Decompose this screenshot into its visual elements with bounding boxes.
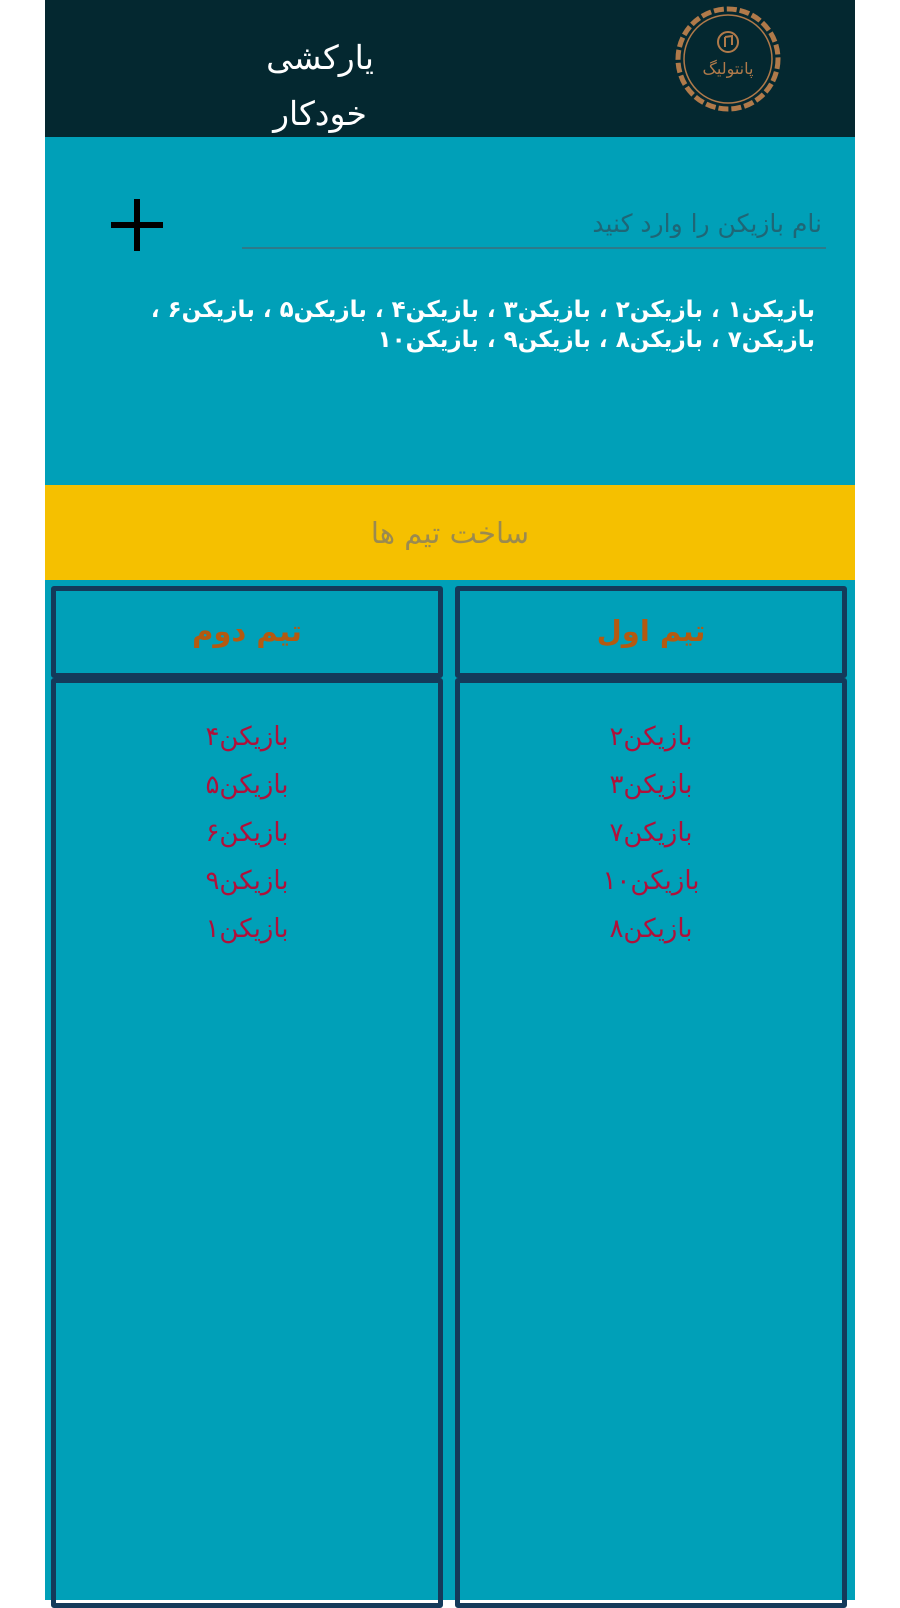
logo-text: پانتولیگ: [703, 59, 754, 79]
list-item: بازیکن۱: [205, 914, 289, 944]
team-panel-first: تیم اول بازیکن۲ بازیکن۳ بازیکن۷ بازیکن۱۰…: [455, 586, 847, 1608]
list-item: بازیکن۳: [609, 770, 693, 800]
app-title: یارکشی خودکار: [266, 38, 374, 133]
list-item: بازیکن۹: [205, 866, 289, 896]
team-title: تیم دوم: [51, 586, 443, 678]
team-member-list: بازیکن۲ بازیکن۳ بازیکن۷ بازیکن۱۰ بازیکن۸: [455, 678, 847, 1608]
list-item: بازیکن۶: [205, 818, 289, 848]
list-item: بازیکن۲: [609, 722, 693, 752]
player-name-input[interactable]: [242, 199, 826, 249]
app-header: یارکشی خودکار پانتولیگ: [45, 0, 855, 137]
add-player-button[interactable]: [109, 197, 165, 253]
team-member-list: بازیکن۴ بازیکن۵ بازیکن۶ بازیکن۹ بازیکن۱: [51, 678, 443, 1608]
list-item: بازیکن۴: [205, 722, 289, 752]
list-item: بازیکن۵: [205, 770, 289, 800]
list-item: بازیکن۱۰: [602, 866, 700, 896]
make-teams-button[interactable]: ساخت تیم ها: [45, 485, 855, 580]
player-input-area: بازیکن۱ ، بازیکن۲ ، بازیکن۳ ، بازیکن۴ ، …: [45, 137, 855, 485]
logo: پانتولیگ: [675, 6, 781, 112]
list-item: بازیکن۷: [609, 818, 693, 848]
app-root: یارکشی خودکار پانتولیگ بازیکن۱ ، بازیکن۲…: [45, 0, 855, 1608]
team-panel-second: تیم دوم بازیکن۴ بازیکن۵ بازیکن۶ بازیکن۹ …: [51, 586, 443, 1608]
team-title: تیم اول: [455, 586, 847, 678]
players-summary: بازیکن۱ ، بازیکن۲ ، بازیکن۳ ، بازیکن۴ ، …: [150, 297, 815, 353]
list-item: بازیکن۸: [609, 914, 693, 944]
